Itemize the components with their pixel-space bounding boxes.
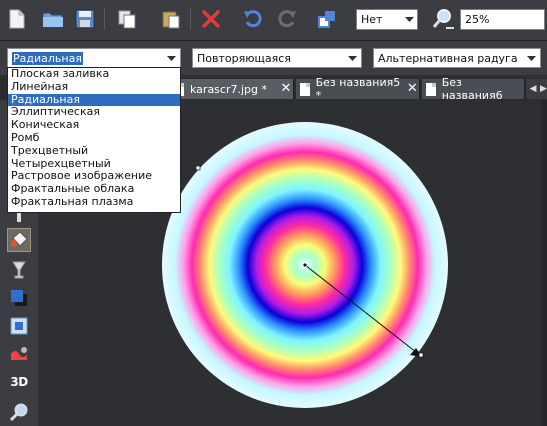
transform-icon[interactable]	[314, 6, 340, 32]
3d-extrude-tool-icon[interactable]: 3D	[7, 370, 31, 394]
bevel-tool-icon[interactable]	[7, 314, 31, 338]
transparency-tool-icon[interactable]	[7, 258, 31, 282]
dropdown-option-diamond[interactable]: Ромб	[8, 131, 180, 145]
mould-tool-icon[interactable]	[7, 342, 31, 366]
tab-untitled6[interactable]: Без названия6	[422, 76, 525, 102]
chevron-down-icon	[343, 49, 361, 67]
repeat-mode-combo[interactable]: Повторяющаяся	[192, 48, 362, 68]
fill-tool-icon[interactable]	[7, 228, 31, 252]
fill-type-value: Радиальная	[11, 50, 84, 66]
zoom-tool-icon[interactable]	[7, 400, 31, 424]
open-folder-icon[interactable]	[40, 6, 66, 32]
fill-center-handle[interactable]	[302, 262, 308, 268]
chevron-down-icon	[522, 49, 540, 67]
quality-select[interactable]: Нет	[356, 9, 418, 30]
zoom-value: 25%	[465, 13, 490, 26]
dropdown-option-linear[interactable]: Линейная	[8, 80, 180, 94]
dropdown-option-fractal-plasma[interactable]: Фрактальная плазма	[8, 195, 180, 209]
close-icon[interactable]: ✕	[406, 82, 419, 95]
tab-untitled5[interactable]: Без названия5 * ✕	[296, 76, 420, 102]
document-icon	[426, 82, 436, 96]
zoom-icon[interactable]	[430, 6, 456, 32]
quality-select-value: Нет	[361, 13, 383, 26]
dropdown-option-flat[interactable]: Плоская заливка	[8, 67, 180, 81]
save-icon[interactable]	[72, 6, 98, 32]
tab-label: Без названия6	[441, 76, 503, 102]
paste-icon[interactable]	[158, 6, 184, 32]
fill-type-dropdown-list: Плоская заливка Линейная Радиальная Элли…	[7, 67, 181, 213]
vertical-scrollbar[interactable]	[541, 100, 547, 426]
tab-scroll-right-icon[interactable]: ▶	[540, 79, 547, 99]
main-toolbar: Нет 25%	[0, 0, 547, 41]
toolbar-separator	[190, 8, 191, 30]
toolbar-separator	[104, 8, 105, 30]
fill-end-handle[interactable]	[418, 352, 424, 358]
color-scheme-value: Альтернативная радуга	[378, 51, 518, 65]
copy-icon[interactable]	[114, 6, 140, 32]
shadow-tool-icon[interactable]	[7, 286, 31, 310]
tab-label: Без названия5 *	[315, 76, 401, 102]
delete-icon[interactable]	[198, 6, 224, 32]
redo-icon[interactable]	[274, 6, 300, 32]
fill-type-combo[interactable]: Радиальная	[7, 48, 181, 68]
tab-karascr7[interactable]: karascr7.jpg * ✕	[170, 79, 294, 99]
selection-handle[interactable]	[195, 165, 201, 171]
3d-label: 3D	[10, 375, 28, 389]
undo-icon[interactable]	[240, 6, 266, 32]
tab-label: karascr7.jpg *	[190, 82, 267, 96]
zoom-select[interactable]: 25%	[460, 9, 545, 30]
chevron-down-icon	[401, 10, 417, 29]
chevron-down-icon	[162, 49, 180, 67]
document-icon	[300, 82, 310, 96]
dropdown-option-three-color[interactable]: Трехцветный	[8, 144, 180, 158]
color-scheme-combo[interactable]: Альтернативная радуга	[373, 48, 541, 68]
new-document-icon[interactable]	[4, 6, 30, 32]
tab-scroll-left-icon[interactable]: ◀	[526, 79, 540, 99]
repeat-mode-value: Повторяющаяся	[197, 51, 291, 65]
close-icon[interactable]: ✕	[279, 82, 293, 95]
